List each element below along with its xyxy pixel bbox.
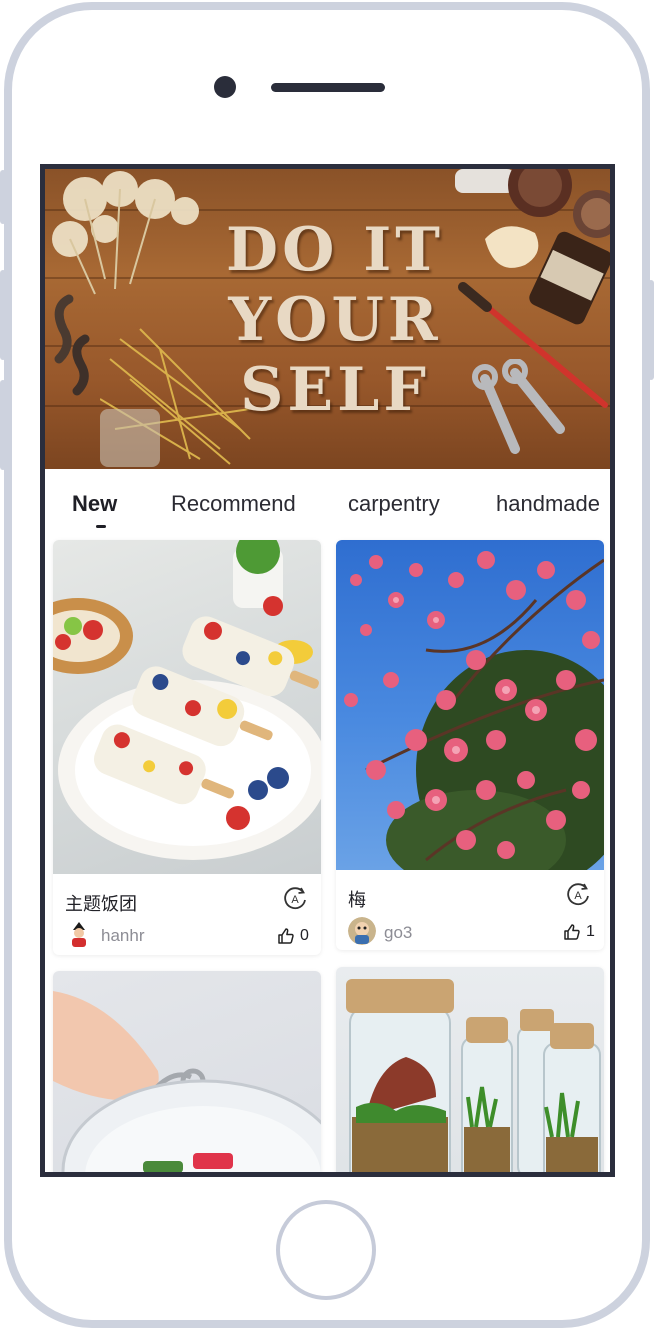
tab-handmade[interactable]: handmade [496,491,600,517]
keychain-image[interactable] [53,971,321,1172]
tab-carpentry[interactable]: carpentry [348,491,440,517]
terrarium-jars-illustration [346,979,601,1172]
plum-blossom-image[interactable] [336,540,604,870]
like-count: 0 [300,927,309,944]
auto-translate-icon[interactable]: A [281,884,309,912]
author-name[interactable]: go3 [384,923,412,943]
banner-line: YOUR [228,285,442,355]
like-button[interactable]: 0 [276,926,309,946]
feed-card[interactable]: 主题饭团 A hanhr 0 [53,540,321,955]
thumbs-up-icon [564,924,580,940]
auto-translate-icon[interactable]: A [564,880,592,908]
feed-card[interactable]: 梅 A go3 1 [336,540,604,950]
like-count: 1 [586,923,595,940]
wrench-icon [472,359,565,454]
earpiece-speaker [271,83,385,92]
banner-line: SELF [240,355,430,425]
card-title: 主题饭团 [65,894,137,914]
feed-card[interactable] [53,971,321,1172]
svg-text:A: A [574,890,582,902]
active-tab-indicator [96,525,106,528]
avatar[interactable] [65,920,93,948]
rice-popsicle-illustration [53,540,321,860]
banner-slogan: DO IT YOUR SELF [215,215,455,425]
card-title: 梅 [348,890,366,910]
banner-line: DO IT [226,215,444,285]
like-button[interactable]: 1 [562,922,595,942]
plum-blossom-illustration [344,551,604,870]
home-button[interactable] [276,1200,376,1300]
dried-flowers-icon [52,171,199,295]
tab-recommend[interactable]: Recommend [171,491,296,517]
category-tabs: New Recommend carpentry handmade [45,469,610,539]
tab-new[interactable]: New [72,491,117,517]
author-name[interactable]: hanhr [101,926,144,946]
feed-card[interactable] [336,967,604,1172]
terrarium-jars-image[interactable] [336,967,604,1172]
front-camera [214,76,236,98]
keychain-illustration [53,991,321,1172]
svg-text:A: A [291,894,299,906]
hero-banner[interactable]: DO IT YOUR SELF [45,169,610,469]
thumbs-up-icon [278,928,294,944]
avatar[interactable] [348,917,376,945]
app-screen: DO IT YOUR SELF New Recommend carpentry … [40,164,615,1177]
rice-popsicle-image[interactable] [53,540,321,874]
